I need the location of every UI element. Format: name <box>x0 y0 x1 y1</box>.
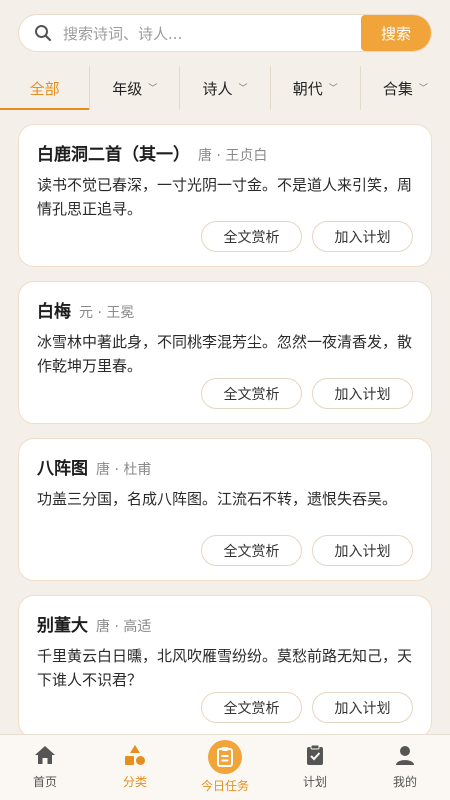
filter-tab-dynasty[interactable]: 朝代 ﹀ <box>271 66 361 110</box>
filter-tab-all[interactable]: 全部 <box>0 66 91 110</box>
filter-tab-poet[interactable]: 诗人 ﹀ <box>180 66 271 110</box>
chevron-down-icon: ﹀ <box>418 83 428 94</box>
poem-text: 读书不觉已春深，一寸光阴一寸金。不是道人来引笑，周情孔思正追寻。 <box>37 176 413 218</box>
poem-header: 八阵图 唐 · 杜甫 <box>37 454 413 479</box>
nav-item-today-task[interactable]: 今日任务 <box>180 735 270 800</box>
search-bar[interactable]: 搜索诗词、诗人... 搜索 <box>18 14 432 52</box>
search-button[interactable]: 搜索 <box>361 15 431 51</box>
profile-icon <box>394 743 416 767</box>
search-input[interactable]: 搜索诗词、诗人... <box>63 23 361 44</box>
nav-item-plan[interactable]: 计划 <box>270 735 360 800</box>
poem-author: 元 · 王冕 <box>79 305 135 321</box>
filter-tabs: 全部 年级 ﹀ 诗人 ﹀ 朝代 ﹀ 合集 ﹀ <box>0 66 450 110</box>
poem-header: 白梅 元 · 王冕 <box>37 297 413 322</box>
category-icon <box>123 743 147 767</box>
poem-header: 别董大 唐 · 高适 <box>37 611 413 636</box>
chevron-down-icon: ﹀ <box>148 83 158 94</box>
nav-item-category[interactable]: 分类 <box>90 735 180 800</box>
filter-tab-label: 全部 <box>29 79 60 98</box>
poem-card[interactable]: 八阵图 唐 · 杜甫 功盖三分国，名成八阵图。江流石不转，遗恨失吞吴。 全文赏析… <box>18 438 432 581</box>
full-analysis-button[interactable]: 全文赏析 <box>201 535 302 566</box>
poem-title: 白梅 <box>37 302 71 322</box>
poem-actions: 全文赏析 加入计划 <box>201 535 413 566</box>
poem-header: 白鹿洞二首（其一） 唐 · 王贞白 <box>37 140 413 165</box>
add-to-plan-button[interactable]: 加入计划 <box>312 221 413 252</box>
poem-title: 八阵图 <box>37 459 88 479</box>
poem-actions: 全文赏析 加入计划 <box>201 692 413 723</box>
add-to-plan-button[interactable]: 加入计划 <box>312 378 413 409</box>
filter-tab-label: 合集 <box>382 79 413 98</box>
poem-card[interactable]: 别董大 唐 · 高适 千里黄云白日曛，北风吹雁雪纷纷。莫愁前路无知己，天下谁人不… <box>18 595 432 738</box>
filter-tab-grade[interactable]: 年级 ﹀ <box>90 66 181 110</box>
today-task-icon <box>208 740 242 774</box>
chevron-down-icon: ﹀ <box>328 83 338 94</box>
poem-text: 功盖三分国，名成八阵图。江流石不转，遗恨失吞吴。 <box>37 490 398 508</box>
poem-author: 唐 · 杜甫 <box>96 462 152 478</box>
full-analysis-button[interactable]: 全文赏析 <box>201 692 302 723</box>
add-to-plan-button[interactable]: 加入计划 <box>312 692 413 723</box>
plan-icon <box>304 743 326 767</box>
poem-card[interactable]: 白梅 元 · 王冕 冰雪林中著此身，不同桃李混芳尘。忽然一夜清香发，散作乾坤万里… <box>18 281 432 424</box>
poem-title: 白鹿洞二首（其一） <box>37 145 190 165</box>
filter-tab-collection[interactable]: 合集 ﹀ <box>361 66 450 110</box>
poem-actions: 全文赏析 加入计划 <box>201 378 413 409</box>
add-to-plan-button[interactable]: 加入计划 <box>312 535 413 566</box>
poem-text: 冰雪林中著此身，不同桃李混芳尘。忽然一夜清香发，散作乾坤万里春。 <box>37 333 413 375</box>
filter-tab-label: 诗人 <box>202 79 233 98</box>
poem-title: 别董大 <box>37 616 88 636</box>
nav-label: 今日任务 <box>200 779 249 793</box>
nav-item-profile[interactable]: 我的 <box>360 735 450 800</box>
home-icon <box>33 743 57 767</box>
search-icon <box>33 23 53 43</box>
nav-label: 我的 <box>392 775 417 789</box>
nav-item-home[interactable]: 首页 <box>0 735 90 800</box>
filter-tab-label: 朝代 <box>292 79 323 98</box>
poem-list: 白鹿洞二首（其一） 唐 · 王贞白 读书不觉已春深，一寸光阴一寸金。不是道人来引… <box>18 124 432 752</box>
full-analysis-button[interactable]: 全文赏析 <box>201 221 302 252</box>
bottom-nav: 首页 分类 今日任务 计划 我的 <box>0 734 450 800</box>
poem-card[interactable]: 白鹿洞二首（其一） 唐 · 王贞白 读书不觉已春深，一寸光阴一寸金。不是道人来引… <box>18 124 432 267</box>
poem-author: 唐 · 王贞白 <box>198 148 268 164</box>
nav-label: 首页 <box>32 775 57 789</box>
full-analysis-button[interactable]: 全文赏析 <box>201 378 302 409</box>
filter-tab-label: 年级 <box>112 79 143 98</box>
nav-label: 分类 <box>122 775 147 789</box>
poem-actions: 全文赏析 加入计划 <box>201 221 413 252</box>
nav-label: 计划 <box>302 775 327 789</box>
chevron-down-icon: ﹀ <box>238 83 248 94</box>
poem-author: 唐 · 高适 <box>96 619 152 635</box>
poem-text: 千里黄云白日曛，北风吹雁雪纷纷。莫愁前路无知己，天下谁人不识君？ <box>37 647 413 689</box>
